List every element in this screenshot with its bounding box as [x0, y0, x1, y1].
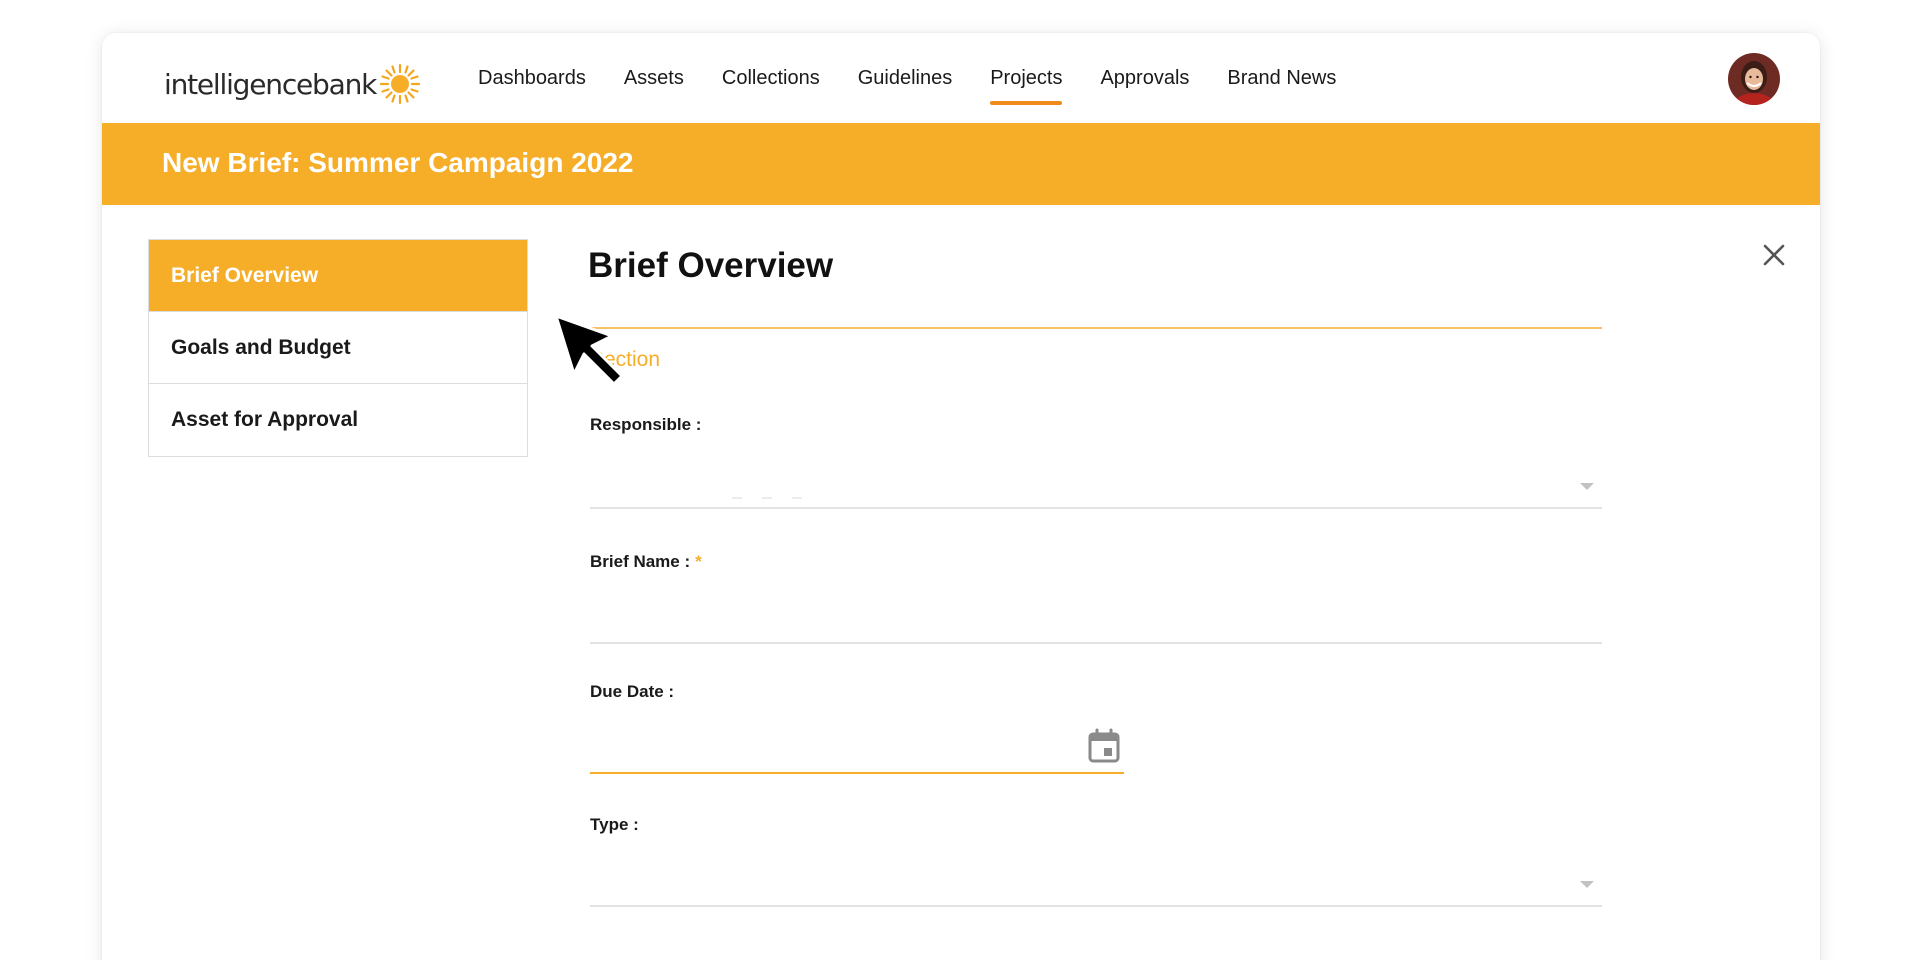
nav-guidelines[interactable]: Guidelines [858, 33, 953, 123]
brief-name-input[interactable] [590, 588, 1602, 644]
title-divider [590, 327, 1602, 329]
logo-text: intelligencebank [164, 67, 377, 101]
main-nav: Dashboards Assets Collections Guidelines… [478, 33, 1374, 123]
app-window: intelligencebank Dashboards Assets Colle… [102, 33, 1820, 960]
sidebar-item-brief-overview[interactable]: Brief Overview [149, 240, 527, 312]
page-banner: New Brief: Summer Campaign 2022 [102, 123, 1820, 205]
nav-collections[interactable]: Collections [722, 33, 820, 123]
nav-dashboards[interactable]: Dashboards [478, 33, 586, 123]
form-title: Brief Overview [588, 246, 834, 285]
brief-name-label-text: Brief Name : [590, 552, 691, 571]
top-navigation: intelligencebank Dashboards Assets Colle… [102, 33, 1820, 123]
user-avatar[interactable] [1728, 53, 1780, 105]
section-label: Section [590, 348, 661, 371]
calendar-icon[interactable] [1087, 728, 1121, 764]
sidebar-item-asset-for-approval[interactable]: Asset for Approval [149, 384, 527, 456]
nav-projects[interactable]: Projects [990, 33, 1063, 123]
brief-sections-sidebar: Brief Overview Goals and Budget Asset fo… [148, 239, 528, 457]
due-date-label: Due Date : [590, 682, 675, 701]
chevron-down-icon[interactable] [1580, 483, 1594, 490]
page-title: New Brief: Summer Campaign 2022 [162, 147, 634, 178]
required-marker: * [695, 552, 702, 571]
nav-brand-news[interactable]: Brand News [1227, 33, 1336, 123]
sidebar-item-goals-and-budget[interactable]: Goals and Budget [149, 312, 527, 384]
nav-assets[interactable]: Assets [624, 33, 684, 123]
close-icon[interactable] [1760, 241, 1788, 269]
responsible-label: Responsible : [590, 415, 702, 434]
responsible-placeholder-dots [732, 495, 822, 501]
sun-logo-icon [380, 63, 421, 105]
type-label: Type : [590, 815, 639, 834]
brief-name-label: Brief Name : * [590, 552, 702, 572]
nav-approvals[interactable]: Approvals [1100, 33, 1189, 123]
avatar-image [1728, 53, 1780, 105]
due-date-input[interactable] [590, 718, 1124, 774]
logo[interactable]: intelligencebank [164, 63, 421, 105]
type-select[interactable] [590, 851, 1602, 907]
chevron-down-icon[interactable] [1580, 881, 1594, 888]
